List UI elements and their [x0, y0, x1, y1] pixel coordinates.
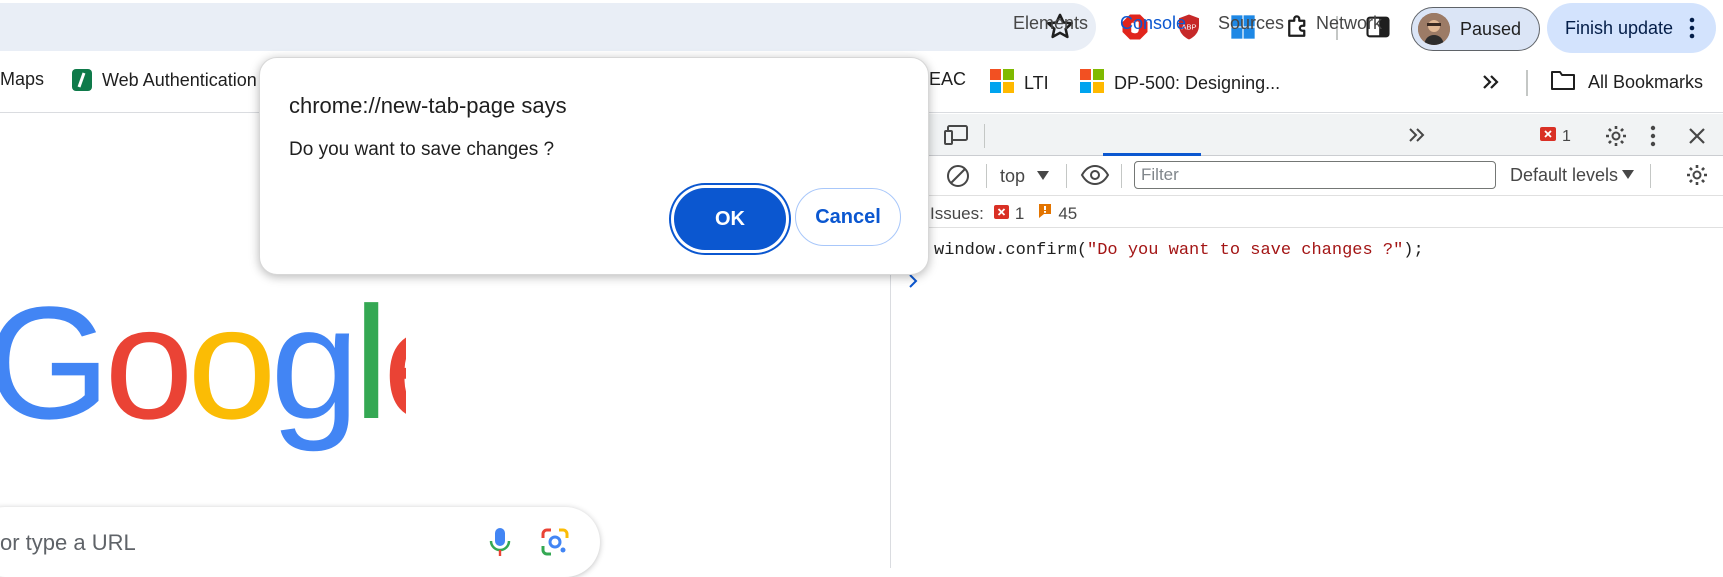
tab-divider: [984, 124, 985, 148]
bookmark-label: EAC: [929, 69, 967, 89]
cancel-button[interactable]: Cancel: [795, 188, 901, 246]
devtools-tab-bar: [891, 114, 1723, 156]
console-entry: window.confirm("Do you want to save chan…: [934, 241, 1424, 260]
issues-warning-count: 45: [1058, 203, 1078, 223]
bookmark-dp-500[interactable]: DP-500: Designing...: [1080, 69, 1280, 98]
filter-divider: [1121, 164, 1122, 188]
console-prompt-icon[interactable]: [907, 272, 919, 295]
log-levels-dropdown[interactable]: Default levels: [1510, 165, 1635, 186]
voice-search-icon[interactable]: [488, 526, 512, 563]
profile-button[interactable]: Paused: [1411, 7, 1540, 51]
microsoft-favicon-icon: [990, 69, 1014, 98]
device-toolbar-icon[interactable]: [944, 124, 970, 151]
finish-update-button[interactable]: Finish update: [1547, 3, 1716, 53]
error-counter[interactable]: 1: [1540, 127, 1571, 146]
clear-console-icon[interactable]: [945, 163, 971, 194]
svg-text:Google: Google: [0, 300, 406, 452]
console-filter-input[interactable]: Filter: [1134, 161, 1496, 189]
folder-icon: [1550, 69, 1576, 96]
close-devtools-icon[interactable]: [1686, 125, 1708, 152]
context-label: top: [1000, 166, 1026, 186]
console-code-string: "Do you want to save changes ?": [1087, 241, 1404, 260]
issue-error-icon: [993, 204, 1009, 224]
context-selector[interactable]: top: [1000, 166, 1050, 187]
ok-button[interactable]: OK: [674, 188, 786, 250]
bookmark-label: DP-500: Designing...: [1114, 73, 1281, 93]
web-authentication-favicon-icon: [72, 69, 92, 91]
tab-network[interactable]: Network: [1316, 13, 1382, 34]
extensions-puzzle-icon[interactable]: [1281, 10, 1315, 44]
live-expression-eye-icon[interactable]: [1080, 163, 1110, 192]
tab-console[interactable]: Console: [1120, 13, 1186, 34]
issues-error-count: 1: [1014, 203, 1025, 223]
error-icon: [1540, 127, 1556, 146]
cancel-label: Cancel: [815, 205, 881, 228]
issues-label: Issues:: [930, 203, 984, 223]
filter-divider: [986, 164, 987, 188]
tab-label: Console: [1120, 13, 1187, 33]
tab-label: Sources: [1218, 13, 1285, 33]
bookmark-label: LTI: [1024, 73, 1049, 93]
google-logo: Google: [0, 273, 472, 485]
console-code: );: [1403, 241, 1424, 260]
filter-divider: [1650, 164, 1651, 188]
bookmark-web-authentication[interactable]: Web Authentication: [72, 69, 257, 91]
error-count: 1: [1562, 127, 1571, 145]
bookmark-label: Web Authentication: [102, 69, 257, 90]
bookmark-eac[interactable]: EAC: [929, 69, 966, 90]
tab-label: Network: [1316, 13, 1383, 33]
dropdown-triangle-icon: [1037, 168, 1050, 186]
dialog-message: Do you want to save changes ?: [289, 139, 555, 160]
devtools-menu-icon[interactable]: [1648, 124, 1658, 153]
settings-gear-icon[interactable]: [1604, 124, 1628, 153]
tab-sources[interactable]: Sources: [1218, 13, 1284, 34]
finish-update-label: Finish update: [1565, 17, 1674, 38]
console-settings-gear-icon[interactable]: [1685, 163, 1709, 192]
bookmark-lti[interactable]: LTI: [990, 69, 1049, 98]
log-levels-label: Default levels: [1510, 165, 1619, 185]
microsoft-favicon-icon: [1080, 69, 1104, 98]
all-bookmarks-button[interactable]: All Bookmarks: [1550, 69, 1703, 96]
tab-label: Elements: [1013, 13, 1089, 33]
profile-status-label: Paused: [1460, 18, 1522, 39]
console-code: window.confirm(: [934, 241, 1088, 260]
dropdown-triangle-icon: [1622, 167, 1635, 185]
dialog-title: chrome://new-tab-page says: [289, 93, 567, 118]
issue-warning-icon: [1038, 203, 1052, 224]
all-bookmarks-label: All Bookmarks: [1588, 72, 1704, 92]
ok-label: OK: [715, 207, 745, 230]
tab-elements[interactable]: Elements: [1013, 13, 1088, 34]
bookmarks-divider: [1526, 70, 1528, 96]
issues-summary[interactable]: Issues: 1 45: [930, 203, 1077, 224]
search-placeholder: or type a URL: [0, 530, 136, 555]
google-lens-icon[interactable]: [540, 527, 570, 562]
address-bar[interactable]: [0, 3, 1096, 51]
filter-divider: [1066, 164, 1067, 188]
more-vert-icon: [1682, 15, 1702, 46]
avatar: [1418, 13, 1450, 45]
more-tabs-icon[interactable]: [1407, 125, 1427, 150]
bookmarks-overflow-icon[interactable]: [1480, 71, 1502, 93]
bookmark-maps[interactable]: Maps: [0, 69, 44, 90]
bookmark-label: Maps: [0, 69, 45, 89]
